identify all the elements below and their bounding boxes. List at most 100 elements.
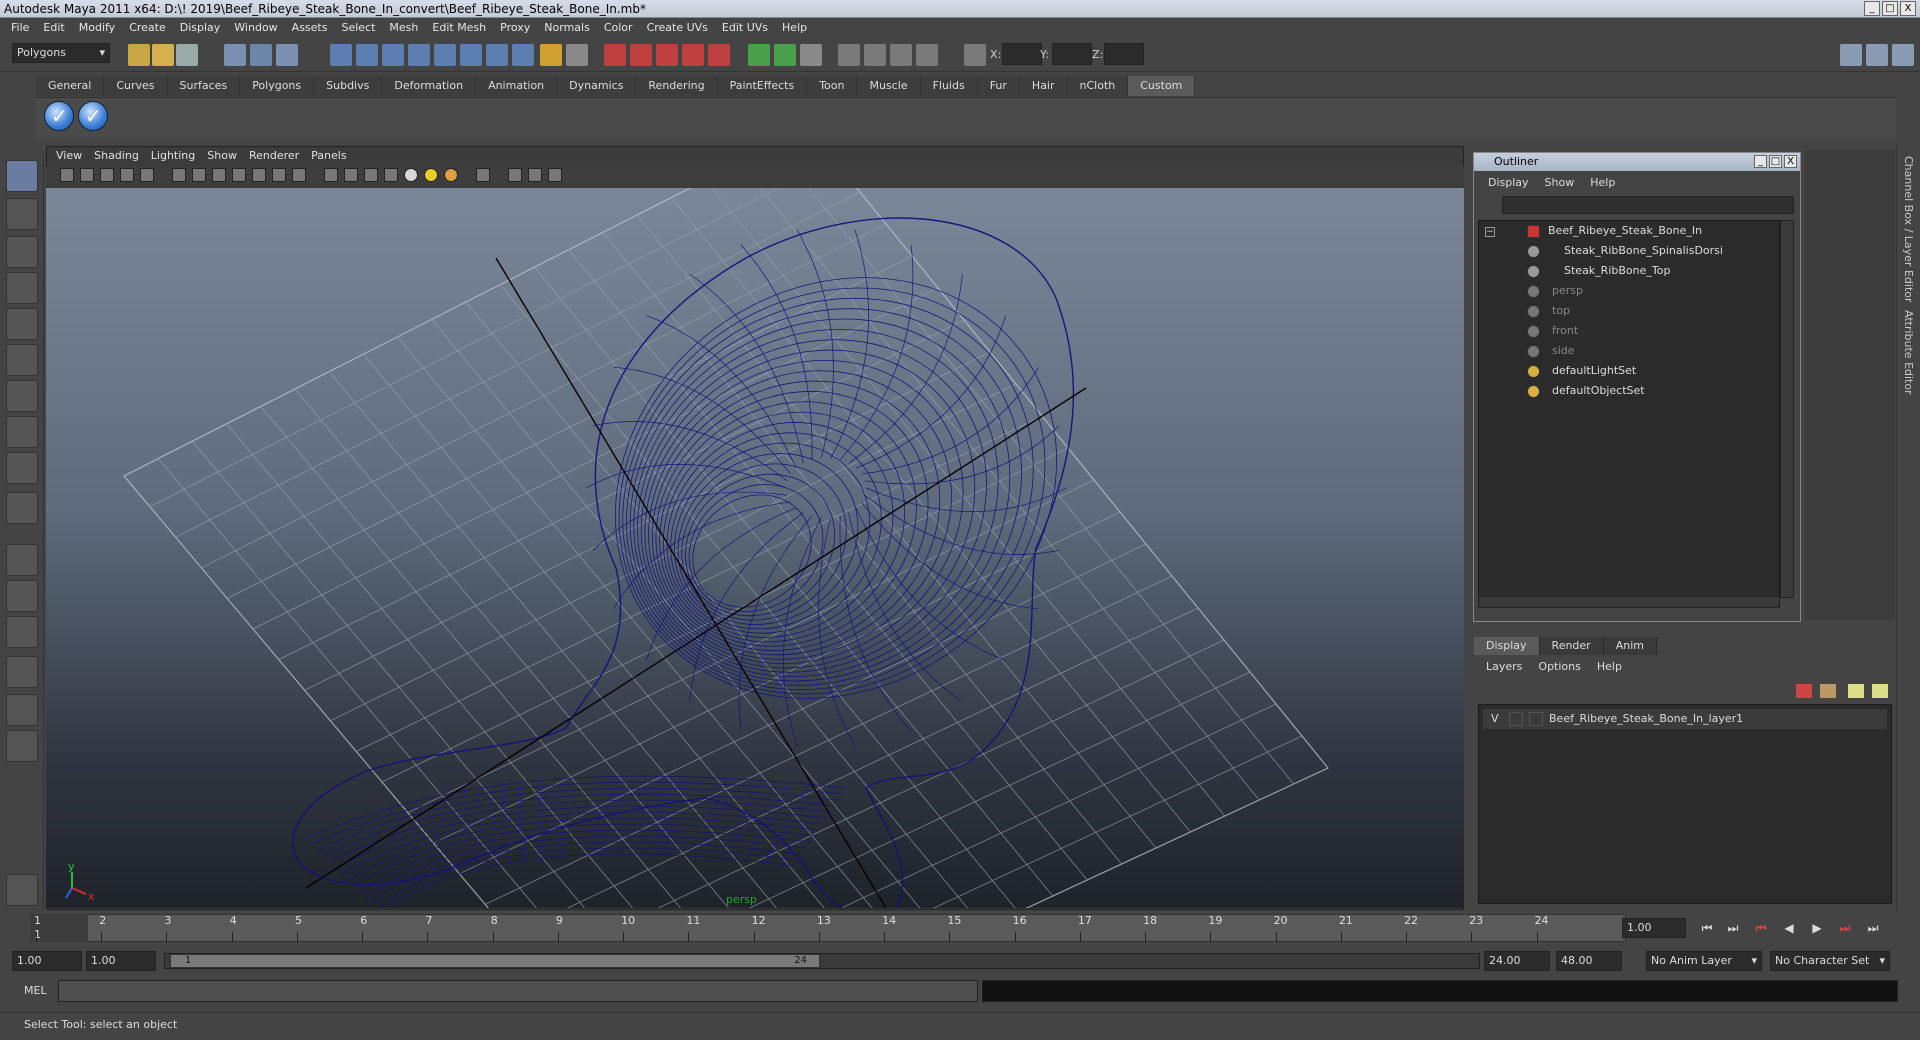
bookmarks-icon[interactable] <box>100 168 114 182</box>
snap-surface-icon[interactable] <box>434 44 456 66</box>
image-plane-icon[interactable] <box>120 168 134 182</box>
layer-menu-options[interactable]: Options <box>1530 658 1588 676</box>
channel-box-side-tab[interactable]: Channel Box / Layer Editor <box>1902 156 1915 303</box>
trax-editor-icon[interactable] <box>890 44 912 66</box>
show-attribute-editor-icon[interactable] <box>1840 44 1862 66</box>
outliner-horizontal-scrollbar[interactable] <box>1478 596 1780 608</box>
gate-mask-icon[interactable] <box>232 168 246 182</box>
select-tool-icon[interactable] <box>6 160 38 192</box>
camera-attributes-icon[interactable] <box>80 168 94 182</box>
shelf-tab-curves[interactable]: Curves <box>104 76 168 96</box>
shelf-tab-ncloth[interactable]: nCloth <box>1067 76 1129 96</box>
shelf-tab-painteffects[interactable]: PaintEffects <box>717 76 808 96</box>
snap-view-icon[interactable] <box>460 44 482 66</box>
rotate-tool-icon[interactable] <box>6 308 38 340</box>
single-perspective-layout-icon[interactable] <box>6 544 38 576</box>
new-scene-icon[interactable] <box>128 44 150 66</box>
vp-menu-panels[interactable]: Panels <box>305 147 352 165</box>
menu-file[interactable]: File <box>4 18 36 38</box>
grid-icon[interactable] <box>172 168 186 182</box>
outliner-item-front[interactable]: front <box>1527 321 1578 341</box>
animation-start-field[interactable]: 1.00 <box>12 951 82 971</box>
hypershade-icon[interactable] <box>708 44 730 66</box>
outliner-minimize-button[interactable]: _ <box>1754 155 1767 168</box>
outliner-item-default-object-set[interactable]: defaultObjectSet <box>1527 381 1645 401</box>
last-tool-icon[interactable] <box>6 492 38 524</box>
shelf-tab-fur[interactable]: Fur <box>977 76 1020 96</box>
hypershade-persp-layout-icon[interactable] <box>6 694 38 726</box>
go-to-start-button[interactable]: ⏮ <box>1698 920 1716 936</box>
modeling-toolkit-icon[interactable] <box>748 44 770 66</box>
vp-menu-show[interactable]: Show <box>201 147 243 165</box>
script-language-label[interactable]: MEL <box>24 984 47 997</box>
select-camera-icon[interactable] <box>60 168 74 182</box>
move-layer-up-icon[interactable] <box>1848 684 1864 698</box>
history-icon[interactable] <box>486 44 508 66</box>
outliner-filter-field[interactable] <box>1502 196 1794 214</box>
shelf-tab-toon[interactable]: Toon <box>807 76 858 96</box>
outliner-close-button[interactable]: X <box>1784 155 1797 168</box>
select-hierarchy-icon[interactable] <box>224 44 246 66</box>
shelf-check-icon-2[interactable] <box>78 101 108 131</box>
layer-color-swatch[interactable] <box>1529 712 1543 726</box>
menu-color[interactable]: Color <box>597 18 640 38</box>
shelf-tab-polygons[interactable]: Polygons <box>240 76 315 96</box>
shelf-tab-custom[interactable]: Custom <box>1128 76 1196 96</box>
step-forward-key-button[interactable]: ⏭ <box>1836 920 1854 936</box>
field-chart-icon[interactable] <box>252 168 266 182</box>
select-object-icon[interactable] <box>250 44 272 66</box>
xray-icon[interactable] <box>508 168 522 182</box>
input-ops-icon[interactable] <box>566 44 588 66</box>
render-view-icon[interactable] <box>774 44 796 66</box>
menu-modify[interactable]: Modify <box>72 18 122 38</box>
outliner-item-top-mesh[interactable]: Steak_RibBone_Top <box>1527 261 1670 281</box>
character-set-dropdown[interactable]: No Character Set ▾ <box>1770 951 1890 971</box>
paint-select-tool-icon[interactable] <box>6 236 38 268</box>
menu-window[interactable]: Window <box>227 18 284 38</box>
x-field[interactable] <box>1002 43 1042 65</box>
shelf-tab-animation[interactable]: Animation <box>476 76 558 96</box>
lock-icon[interactable] <box>540 44 562 66</box>
play-forward-button[interactable]: ▶ <box>1808 920 1826 936</box>
snap-point-icon[interactable] <box>382 44 404 66</box>
menu-edit-mesh[interactable]: Edit Mesh <box>425 18 493 38</box>
wireframe-icon[interactable] <box>324 168 338 182</box>
outliner-item-top[interactable]: top <box>1527 301 1570 321</box>
vp-menu-view[interactable]: View <box>50 147 88 165</box>
snap-grid-icon[interactable] <box>330 44 352 66</box>
safe-title-icon[interactable] <box>292 168 306 182</box>
graph-editor-icon[interactable] <box>838 44 860 66</box>
shelf-tab-hair[interactable]: Hair <box>1019 76 1068 96</box>
isolate-select-icon[interactable] <box>476 168 490 182</box>
help-icon[interactable] <box>512 44 534 66</box>
custom-layout-icon[interactable] <box>6 730 38 762</box>
select-component-icon[interactable] <box>276 44 298 66</box>
show-tool-settings-icon[interactable] <box>1866 44 1888 66</box>
y-field[interactable] <box>1052 43 1092 65</box>
shelf-tab-muscle[interactable]: Muscle <box>857 76 921 96</box>
outliner-menu-display[interactable]: Display <box>1480 173 1537 193</box>
shelf-check-icon-1[interactable] <box>44 101 74 131</box>
vp-menu-renderer[interactable]: Renderer <box>243 147 305 165</box>
shelf-tab-dynamics[interactable]: Dynamics <box>557 76 637 96</box>
show-manipulator-icon[interactable] <box>6 452 38 484</box>
menu-create-uvs[interactable]: Create UVs <box>640 18 715 38</box>
z-field[interactable] <box>1104 43 1144 65</box>
layer-tab-anim[interactable]: Anim <box>1603 637 1657 655</box>
layer-tab-display[interactable]: Display <box>1474 637 1540 655</box>
construction-history-icon[interactable] <box>604 44 626 66</box>
hypergraph-icon[interactable] <box>916 44 938 66</box>
playback-end-field[interactable]: 24.00 <box>1484 951 1550 971</box>
outliner-item-root[interactable]: Beef_Ribeye_Steak_Bone_In <box>1527 221 1702 241</box>
textured-icon[interactable] <box>384 168 398 182</box>
use-default-light-icon[interactable] <box>404 168 418 182</box>
maximize-button[interactable]: □ <box>1882 1 1898 16</box>
shelf-tab-surfaces[interactable]: Surfaces <box>167 76 241 96</box>
outliner-item-spinalis[interactable]: Steak_RibBone_SpinalisDorsi <box>1527 241 1723 261</box>
open-scene-icon[interactable] <box>152 44 174 66</box>
attribute-editor-side-tab[interactable]: Attribute Editor <box>1902 310 1915 395</box>
playback-start-field[interactable]: 1.00 <box>86 951 156 971</box>
outliner-collapse-toggle[interactable]: − <box>1485 227 1495 237</box>
menu-display[interactable]: Display <box>173 18 228 38</box>
xray-joints-icon[interactable] <box>528 168 542 182</box>
